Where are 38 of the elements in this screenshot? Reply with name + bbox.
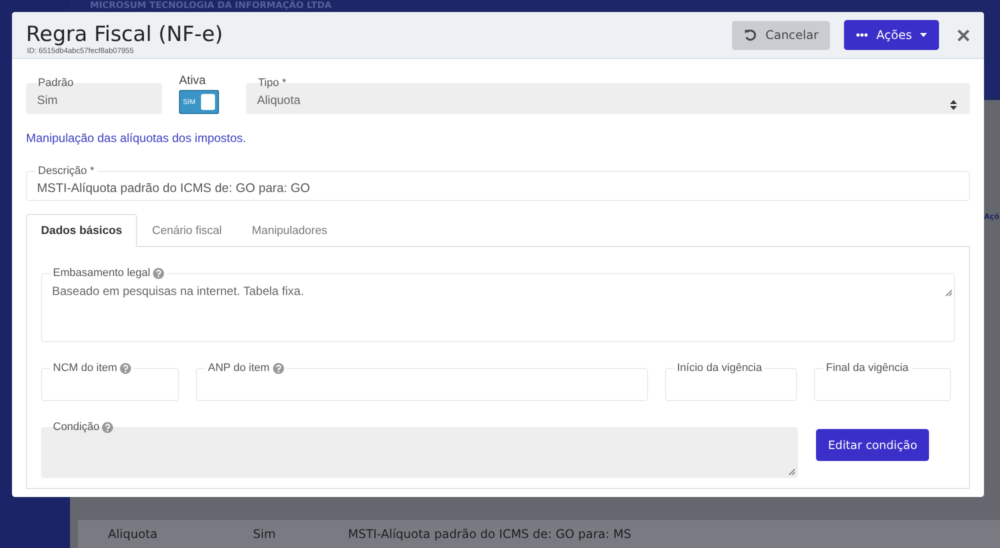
cancel-button[interactable]: Cancelar <box>732 20 830 50</box>
dialog-title: Regra Fiscal (NF-e) <box>26 22 223 46</box>
tab[interactable]: Cenário fiscal <box>137 214 237 247</box>
field-label: Início da vigência <box>677 362 762 375</box>
field-label: Final da vigência <box>826 362 909 375</box>
edit-condition-button[interactable]: Editar condição <box>816 429 930 461</box>
field-label: Condição <box>53 421 100 434</box>
help-icon <box>153 268 164 279</box>
resize-grip-icon <box>788 468 795 475</box>
input-field[interactable]: Início da vigência <box>665 362 797 401</box>
table-cell-text: Sim <box>253 527 277 541</box>
field-label: Tipo * <box>258 77 286 90</box>
field-label: NCM do item <box>53 362 118 375</box>
tab[interactable]: Dados básicos <box>26 214 138 247</box>
field-label: Embasamento legal <box>53 267 150 280</box>
more-icon <box>856 33 868 37</box>
embasamento-textarea[interactable]: Embasamento legal Baseado em pesquisas na internet. Tabela fixa. <box>41 267 955 342</box>
help-icon <box>272 363 284 374</box>
caret-icon <box>920 33 927 37</box>
descricao-field[interactable]: Descrição * MSTI-Alíquota padrão do ICMS de: GO para: GO <box>26 165 970 201</box>
field-label: Ativa <box>179 73 207 87</box>
field-label: Descrição * <box>38 165 94 178</box>
actions-button[interactable]: Ações <box>844 20 939 50</box>
help-icon <box>102 422 114 433</box>
table-cell-text: Aliquota <box>108 527 158 541</box>
table-cell: MSTI-Alíquota padrão do ICMS de: GO para: MS <box>348 527 632 541</box>
input-field[interactable]: ANP do item <box>196 362 648 401</box>
help-text: Manipulação das alíquotas dos impostos. <box>26 131 248 145</box>
undo-icon <box>744 28 758 42</box>
resize-grip-icon <box>945 289 952 296</box>
field-label: Padrão <box>38 77 74 90</box>
tab[interactable]: Manipuladores <box>236 214 342 247</box>
select-arrows-icon <box>950 100 957 110</box>
input-field[interactable]: Final da vigência <box>814 362 951 401</box>
help-icon <box>120 363 132 374</box>
close-icon[interactable] <box>957 28 970 42</box>
field-label: ANP do item <box>208 362 270 375</box>
input-field[interactable]: NCM do item <box>41 362 179 401</box>
